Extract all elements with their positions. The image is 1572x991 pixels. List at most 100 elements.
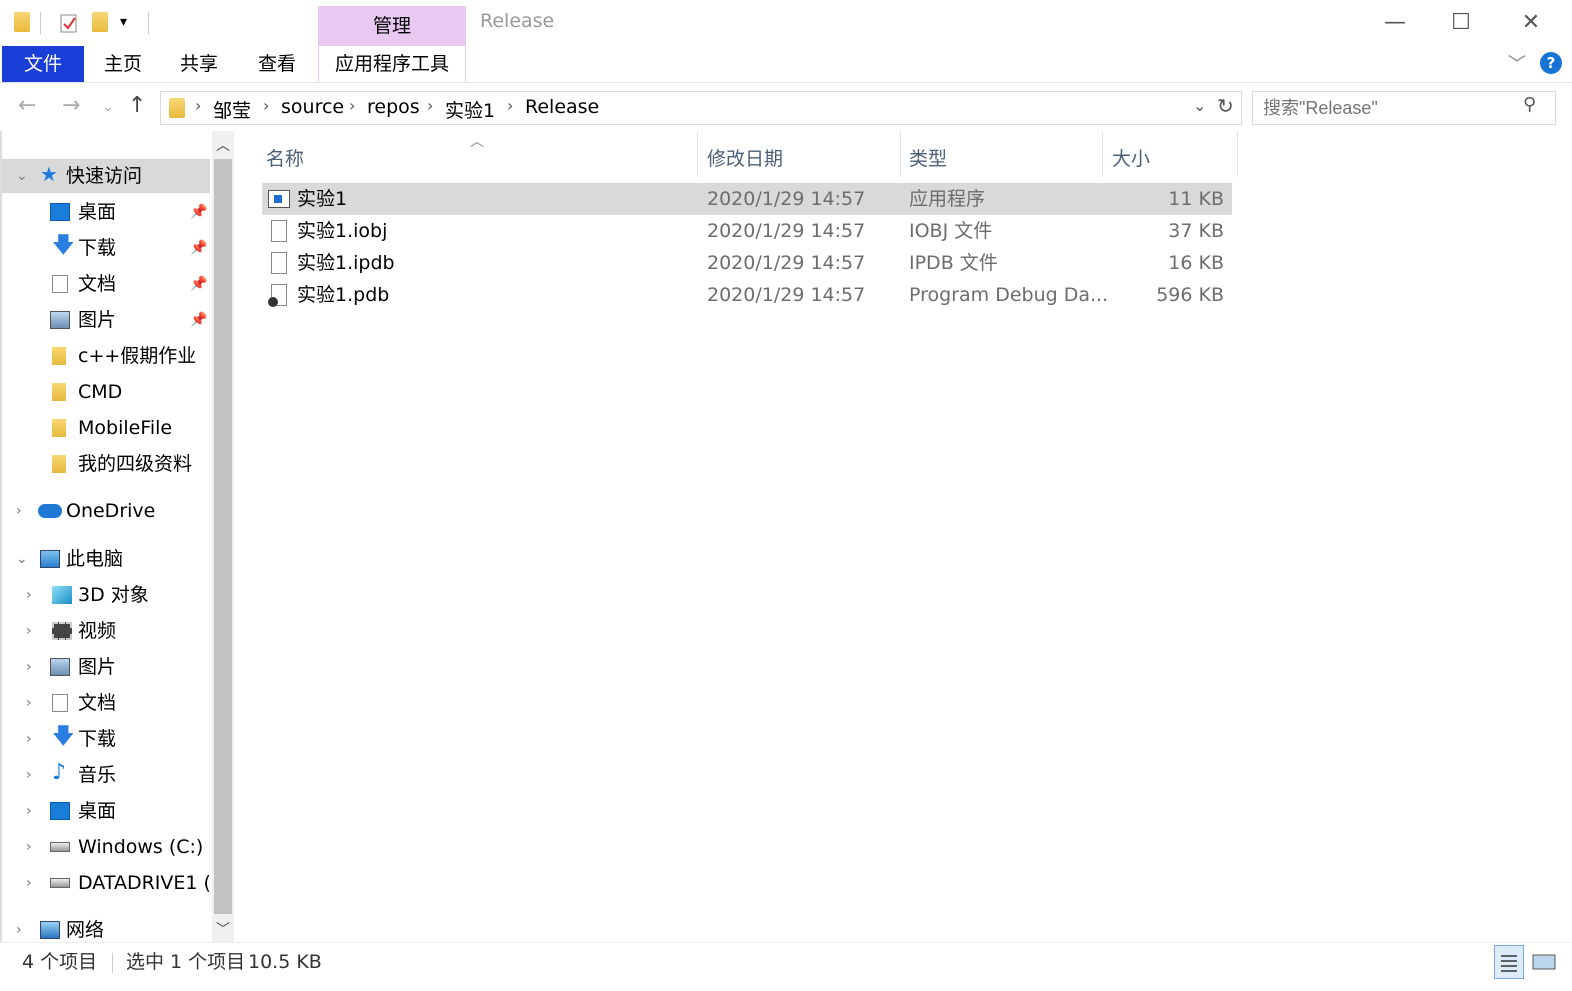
pin-icon[interactable]: 📌 [190,231,207,265]
sidebar-item-label: 桌面 [78,201,117,223]
chevron-right-icon[interactable]: › [263,96,269,115]
sidebar-item-downloads[interactable]: › 🡇 下载 [2,722,210,756]
tab-view[interactable]: 查看 [250,46,304,82]
sidebar-item-3d-objects[interactable]: › 3D 对象 [2,578,210,612]
sidebar-item-downloads[interactable]: 🡇 下载 📌 [2,231,210,265]
chevron-right-icon[interactable]: › [26,686,32,720]
chevron-right-icon[interactable]: › [26,722,32,756]
sidebar-item-desktop[interactable]: 桌面 📌 [2,195,210,229]
scroll-down-icon[interactable]: ﹀ [216,919,230,939]
navigation-bar: ← → ⌄ ↑ › 邹莹 › source › repos › 实验1 › Re… [0,83,1572,131]
details-view-icon[interactable] [1494,945,1524,979]
scrollbar-thumb[interactable] [214,159,232,914]
properties-icon[interactable] [60,12,77,33]
chevron-right-icon[interactable]: › [26,794,32,828]
tab-share[interactable]: 共享 [172,46,226,82]
search-icon[interactable]: ⚲ [1523,94,1536,115]
search-box[interactable]: ⚲ [1252,91,1556,125]
folder-icon [14,12,30,32]
close-button[interactable]: ✕ [1516,8,1546,38]
sidebar-item-documents[interactable]: › 文档 [2,686,210,720]
sidebar-item-folder[interactable]: c++假期作业 [2,339,210,373]
large-icons-view-icon[interactable] [1530,945,1560,979]
column-divider[interactable] [1237,131,1238,177]
chevron-right-icon[interactable]: › [16,913,22,942]
sidebar-item-videos[interactable]: › 视频 [2,614,210,648]
pin-icon[interactable]: 📌 [190,195,207,229]
sidebar-item-network[interactable]: › 网络 [2,913,210,942]
breadcrumb-item[interactable]: 邹莹 [213,96,251,123]
search-input[interactable] [1254,93,1514,123]
chevron-down-icon[interactable]: ⌄ [16,542,28,576]
help-icon[interactable]: ? [1540,52,1562,74]
column-header-name[interactable]: 名称 [266,141,304,177]
chevron-right-icon[interactable]: › [26,650,32,684]
breadcrumb-item[interactable]: source [281,96,344,118]
tab-file[interactable]: 文件 [2,46,84,82]
chevron-right-icon[interactable]: › [349,96,355,115]
chevron-right-icon[interactable]: › [16,494,22,528]
pin-icon[interactable]: 📌 [190,267,207,301]
column-divider[interactable] [697,131,698,177]
chevron-right-icon[interactable]: › [26,758,32,792]
pin-icon[interactable]: 📌 [190,303,207,337]
chevron-down-icon[interactable]: ⌄ [1193,96,1206,115]
chevron-right-icon[interactable]: › [26,578,32,612]
file-size: 596 KB [1156,284,1224,306]
table-row[interactable]: 实验1.pdb 2020/1/29 14:57 Program Debug Da… [262,279,1232,311]
sidebar-item-drive-c[interactable]: › Windows (C:) [2,830,210,864]
item-count: 4 个项目 [22,951,98,973]
chevron-right-icon[interactable]: › [427,96,433,115]
up-arrow-icon[interactable]: ↑ [128,93,146,118]
desktop-icon [50,802,70,820]
sidebar-item-folder[interactable]: MobileFile [2,411,210,445]
breadcrumb-item[interactable]: Release [525,96,599,118]
chevron-right-icon[interactable]: › [507,96,513,115]
address-bar[interactable]: › 邹莹 › source › repos › 实验1 › Release ⌄ … [160,91,1242,125]
chevron-right-icon[interactable]: › [195,96,201,115]
sidebar-item-quick-access[interactable]: ⌄ ★ 快速访问 [2,159,210,193]
column-divider[interactable] [1102,131,1103,177]
star-icon: ★ [40,162,58,186]
chevron-down-icon[interactable]: ﹀ [1508,50,1526,76]
sidebar-item-label: 3D 对象 [78,584,149,606]
chevron-right-icon[interactable]: › [26,830,32,864]
sidebar-item-folder[interactable]: 我的四级资料 [2,447,210,481]
new-folder-icon[interactable] [92,12,108,32]
back-arrow-icon[interactable]: ← [18,93,36,118]
breadcrumb-item[interactable]: 实验1 [445,96,495,123]
column-divider[interactable] [900,131,901,177]
tab-application-tools[interactable]: 应用程序工具 [318,46,466,82]
column-header-type[interactable]: 类型 [909,141,947,177]
tab-home[interactable]: 主页 [96,46,150,82]
maximize-button[interactable]: ☐ [1446,8,1476,38]
minimize-button[interactable]: — [1380,8,1410,38]
pdb-icon [268,284,287,307]
scroll-up-icon[interactable]: ︿ [216,135,230,155]
sidebar-item-pictures[interactable]: › 图片 [2,650,210,684]
refresh-icon[interactable]: ↻ [1217,94,1234,118]
table-row[interactable]: 实验1.iobj 2020/1/29 14:57 IOBJ 文件 37 KB [262,215,1232,247]
sidebar-scrollbar[interactable]: ︿ ﹀ [212,131,234,942]
divider [112,953,113,973]
chevron-down-icon[interactable]: ⌄ [16,159,28,193]
column-header-modified[interactable]: 修改日期 [707,141,783,177]
chevron-right-icon[interactable]: › [26,614,32,648]
sidebar-item-drive-d[interactable]: › DATADRIVE1 (D [2,866,210,900]
sidebar-item-onedrive[interactable]: › OneDrive [2,494,210,528]
sidebar-item-folder[interactable]: CMD [2,375,210,409]
recent-locations-icon[interactable]: ⌄ [102,99,114,115]
tab-manage[interactable]: 管理 [318,6,466,46]
sidebar-item-music[interactable]: › ♪ 音乐 [2,758,210,792]
customize-toolbar-icon[interactable]: ▾ [120,14,127,30]
table-row[interactable]: 实验1 2020/1/29 14:57 应用程序 11 KB [262,183,1232,215]
breadcrumb-item[interactable]: repos [367,96,420,118]
table-row[interactable]: 实验1.ipdb 2020/1/29 14:57 IPDB 文件 16 KB [262,247,1232,279]
column-header-size[interactable]: 大小 [1112,141,1150,177]
sidebar-item-documents[interactable]: 文档 📌 [2,267,210,301]
sidebar-item-pictures[interactable]: 图片 📌 [2,303,210,337]
chevron-right-icon[interactable]: › [26,866,32,900]
forward-arrow-icon[interactable]: → [62,93,80,118]
sidebar-item-desktop[interactable]: › 桌面 [2,794,210,828]
sidebar-item-this-pc[interactable]: ⌄ 此电脑 [2,542,210,576]
